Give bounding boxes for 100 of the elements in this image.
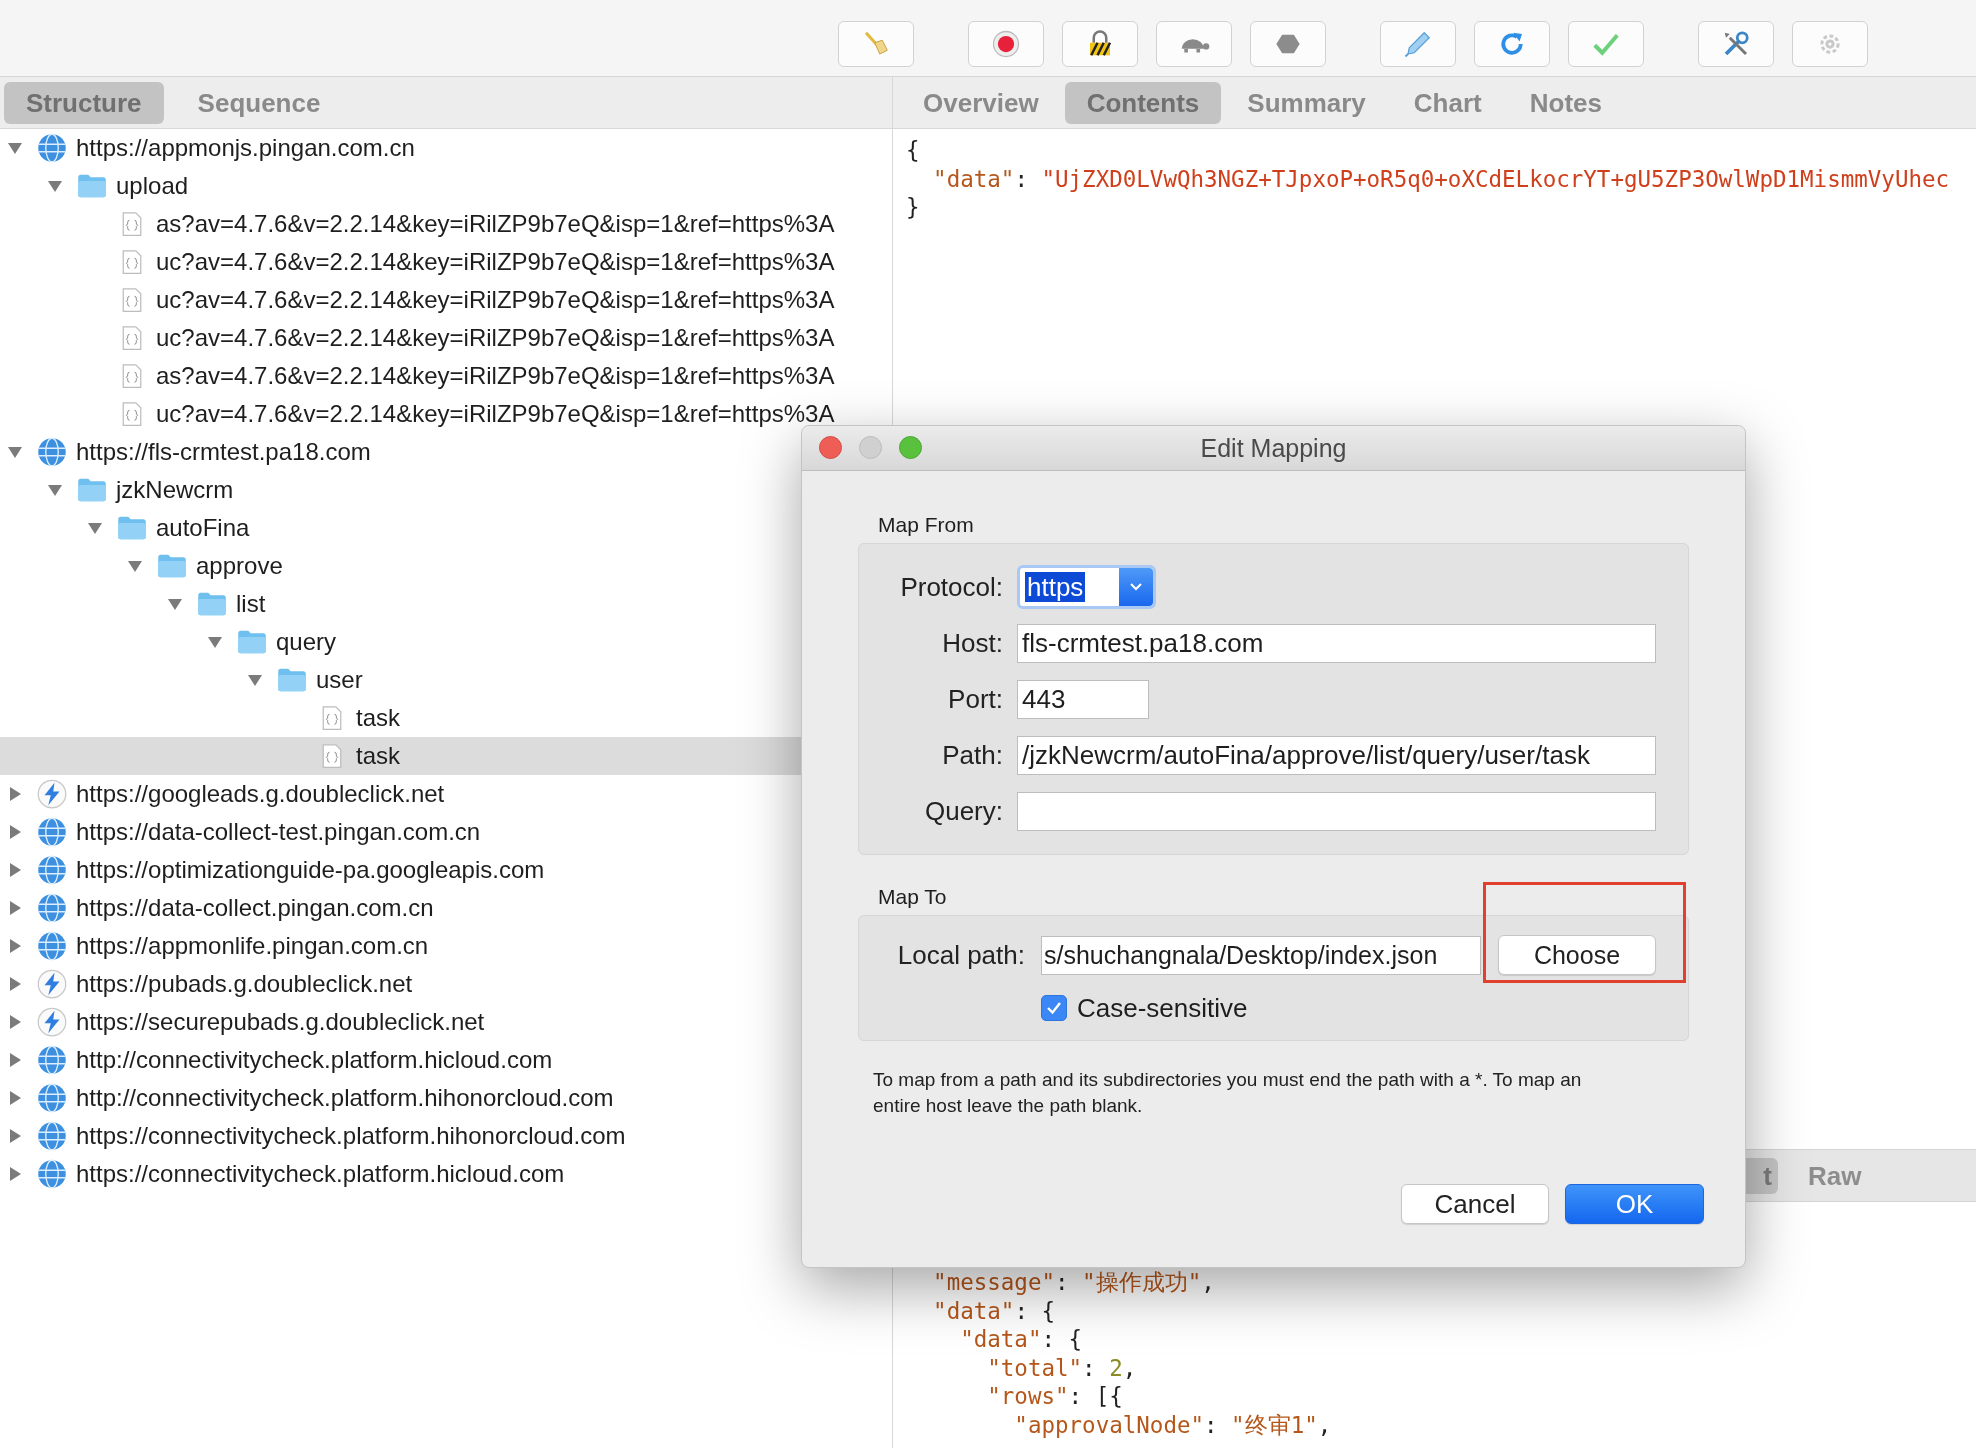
tree-row[interactable]: task xyxy=(0,737,801,775)
tree-row[interactable]: query xyxy=(0,623,337,661)
collapse-triangle-icon[interactable] xyxy=(207,634,223,650)
tree-label: as?av=4.7.6&v=2.2.14&key=iRilZP9b7eQ&isp=1&ref=https%3A xyxy=(156,362,835,390)
collapse-triangle-icon[interactable] xyxy=(7,140,23,156)
tree-label: https://pubads.g.doubleclick.net xyxy=(76,970,413,998)
tree-row[interactable]: https://connectivitycheck.platform.hicloud.com xyxy=(0,1155,565,1193)
input-field[interactable]: 443 xyxy=(1017,679,1149,719)
expand-triangle-icon[interactable] xyxy=(7,900,23,916)
tree-label: task xyxy=(356,704,400,732)
code-line: "data": { xyxy=(959,1325,1084,1354)
file-icon xyxy=(122,401,142,427)
tree-label: uc?av=4.7.6&v=2.2.14&key=iRilZP9b7eQ&isp=1&ref=https%3A xyxy=(156,248,835,276)
tree-label: http://connectivitycheck.platform.hicloud.com xyxy=(76,1046,553,1074)
folder-icon xyxy=(237,629,267,655)
tree-row[interactable]: http://connectivitycheck.platform.hicloud.com xyxy=(0,1041,553,1079)
chevron-down-icon xyxy=(1128,581,1144,593)
tree-label: jzkNewcrm xyxy=(116,476,234,504)
pen-icon xyxy=(1403,29,1433,59)
lightning-icon xyxy=(37,1007,67,1037)
input-field[interactable] xyxy=(1017,791,1656,831)
field-label: Host: xyxy=(941,627,1003,659)
globe-icon xyxy=(37,1045,67,1075)
tree-row[interactable]: https://securepubads.g.doubleclick.net xyxy=(0,1003,485,1041)
tree-label: uc?av=4.7.6&v=2.2.14&key=iRilZP9b7eQ&isp=1&ref=https%3A xyxy=(156,324,835,352)
tree-row[interactable]: as?av=4.7.6&v=2.2.14&key=iRilZP9b7eQ&isp=1&ref=https%3A xyxy=(0,357,835,395)
file-icon xyxy=(122,363,142,389)
expand-triangle-icon[interactable] xyxy=(7,786,23,802)
cancel-button[interactable]: Cancel xyxy=(1401,1184,1549,1224)
expand-triangle-icon[interactable] xyxy=(7,862,23,878)
tree-label: https://data-collect.pingan.com.cn xyxy=(76,894,434,922)
tree-label: https://fls-crmtest.pa18.com xyxy=(76,438,371,466)
input-field[interactable]: /jzkNewcrm/autoFina/approve/list/query/user/task xyxy=(1017,735,1656,775)
collapse-triangle-icon[interactable] xyxy=(127,558,143,574)
tree-row[interactable]: uc?av=4.7.6&v=2.2.14&key=iRilZP9b7eQ&isp=1&ref=https%3A xyxy=(0,281,835,319)
tree-label: http://connectivitycheck.platform.hihonorcloud.com xyxy=(76,1084,614,1112)
file-icon xyxy=(122,325,142,351)
tree-row[interactable]: as?av=4.7.6&v=2.2.14&key=iRilZP9b7eQ&isp=1&ref=https%3A xyxy=(0,205,835,243)
collapse-triangle-icon[interactable] xyxy=(167,596,183,612)
close-button[interactable] xyxy=(819,436,842,459)
field-label: Query: xyxy=(923,795,1003,827)
toolbar-button[interactable] xyxy=(1062,21,1138,67)
collapse-triangle-icon[interactable] xyxy=(47,178,63,194)
tree-label: autoFina xyxy=(156,514,250,542)
file-icon xyxy=(122,211,142,237)
collapse-triangle-icon[interactable] xyxy=(87,520,103,536)
tree-row[interactable]: uc?av=4.7.6&v=2.2.14&key=iRilZP9b7eQ&isp=1&ref=https%3A xyxy=(0,319,835,357)
input-field[interactable]: s/shuchangnala/Desktop/index.json xyxy=(1041,935,1481,975)
folder-icon xyxy=(197,591,227,617)
zoom-button[interactable] xyxy=(899,436,922,459)
code-line: "approvalNode": "终审1", xyxy=(1013,1410,1333,1439)
tree-row[interactable]: https://data-collect-test.pingan.com.cn xyxy=(0,813,481,851)
record-icon xyxy=(991,29,1021,59)
lightning-icon xyxy=(37,779,67,809)
expand-triangle-icon[interactable] xyxy=(7,976,23,992)
file-icon xyxy=(122,287,142,313)
tree-row[interactable]: https://optimizationguide-pa.googleapis.com xyxy=(0,851,545,889)
tree-row[interactable]: list xyxy=(0,585,266,623)
globe-icon xyxy=(37,931,67,961)
expand-triangle-icon[interactable] xyxy=(7,1090,23,1106)
expand-triangle-icon[interactable] xyxy=(7,824,23,840)
globe-icon xyxy=(37,437,67,467)
collapse-triangle-icon[interactable] xyxy=(247,672,263,688)
tree-row[interactable]: https://fls-crmtest.pa18.com xyxy=(0,433,371,471)
tree-row[interactable]: uc?av=4.7.6&v=2.2.14&key=iRilZP9b7eQ&isp=1&ref=https%3A xyxy=(0,243,835,281)
expand-triangle-icon[interactable] xyxy=(7,1128,23,1144)
field-label: Path: xyxy=(941,739,1003,771)
tree-row[interactable]: http://connectivitycheck.platform.hihonorcloud.com xyxy=(0,1079,614,1117)
expand-triangle-icon[interactable] xyxy=(7,1014,23,1030)
expand-triangle-icon[interactable] xyxy=(7,938,23,954)
tree-row[interactable]: uc?av=4.7.6&v=2.2.14&key=iRilZP9b7eQ&isp=1&ref=https%3A xyxy=(0,395,835,433)
protocol-dropdown[interactable]: https xyxy=(1017,565,1156,609)
tree-row[interactable]: https://data-collect.pingan.com.cn xyxy=(0,889,434,927)
tree-row[interactable]: https://connectivitycheck.platform.hihonorcloud.com xyxy=(0,1117,626,1155)
tree-label: task xyxy=(356,742,400,770)
choose-button[interactable]: Choose xyxy=(1498,935,1656,975)
tree-row[interactable]: https://appmonlife.pingan.com.cn xyxy=(0,927,429,965)
tree-row[interactable]: https://appmonjs.pingan.com.cn xyxy=(0,129,415,167)
tree-row[interactable]: approve xyxy=(0,547,283,585)
input-field[interactable]: fls-crmtest.pa18.com xyxy=(1017,623,1656,663)
tree-row[interactable]: autoFina xyxy=(0,509,250,547)
tree-label: https://data-collect-test.pingan.com.cn xyxy=(76,818,481,846)
ok-button[interactable]: OK xyxy=(1565,1184,1704,1224)
tree-label: upload xyxy=(116,172,189,200)
expand-triangle-icon[interactable] xyxy=(7,1166,23,1182)
expand-triangle-icon[interactable] xyxy=(7,1052,23,1068)
collapse-triangle-icon[interactable] xyxy=(47,482,63,498)
tree-row[interactable]: https://pubads.g.doubleclick.net xyxy=(0,965,413,1003)
tree-label: as?av=4.7.6&v=2.2.14&key=iRilZP9b7eQ&isp=1&ref=https%3A xyxy=(156,210,835,238)
tree-row[interactable]: task xyxy=(0,699,400,737)
tree-row[interactable]: https://googleads.g.doubleclick.net xyxy=(0,775,445,813)
dialog-title: Edit Mapping xyxy=(1200,433,1347,463)
folder-icon xyxy=(277,667,307,693)
tree-row[interactable]: jzkNewcrm xyxy=(0,471,234,509)
file-icon xyxy=(322,743,342,769)
tree-label: https://securepubads.g.doubleclick.net xyxy=(76,1008,485,1036)
tree-row[interactable]: upload xyxy=(0,167,189,205)
checkbox[interactable] xyxy=(1041,995,1067,1021)
tree-row[interactable]: user xyxy=(0,661,363,699)
collapse-triangle-icon[interactable] xyxy=(7,444,23,460)
